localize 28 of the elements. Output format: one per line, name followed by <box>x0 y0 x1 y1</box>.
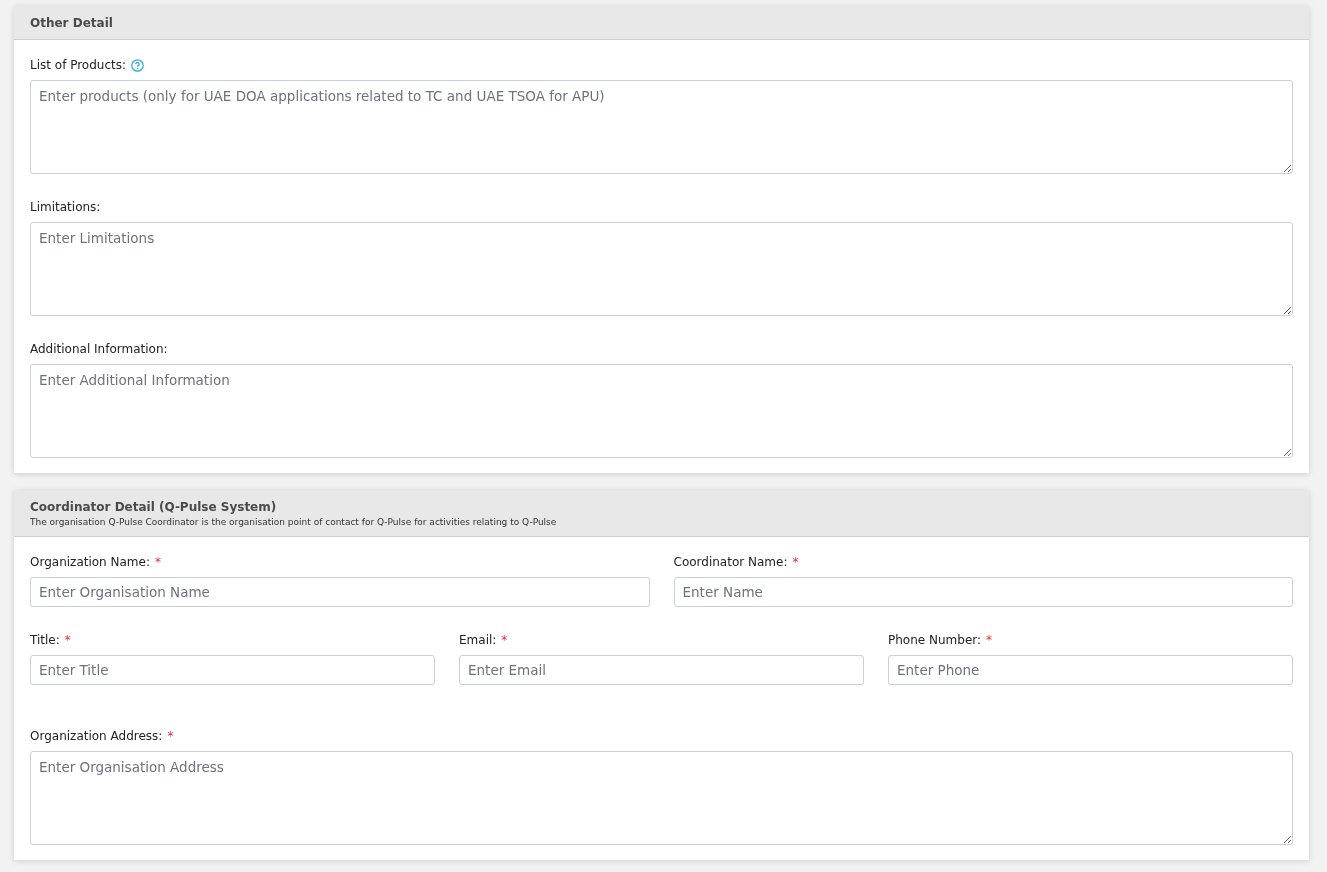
field-label: Organization Name: <box>30 555 150 569</box>
required-mark: * <box>792 555 799 569</box>
required-mark: * <box>167 729 174 743</box>
field-label: Phone Number: <box>888 633 982 647</box>
section-title: Other Detail <box>30 15 114 31</box>
input-field[interactable]: Enter Email <box>459 655 864 685</box>
input-field[interactable]: Enter Title <box>30 655 435 685</box>
field-label: Additional Information: <box>30 342 168 356</box>
field-label: Coordinator Name: <box>673 555 788 569</box>
text-area[interactable]: Enter products (only for UAE DOA applications related to TC and UAE TSOA for APU) <box>30 80 1293 174</box>
required-mark: * <box>64 633 71 647</box>
text-area[interactable]: Enter Limitations <box>30 222 1293 316</box>
required-mark: * <box>155 555 161 569</box>
field-label: List of Products: <box>30 58 127 72</box>
field-label: Limitations: <box>30 200 101 214</box>
field-label: Title: <box>30 633 60 647</box>
section-title: Coordinator Detail (Q-Pulse System) <box>30 499 278 515</box>
field-label: Organization Address: <box>30 729 163 743</box>
input-field[interactable]: Enter Phone <box>888 655 1293 685</box>
help-icon[interactable] <box>131 58 145 72</box>
required-mark: * <box>986 633 993 647</box>
input-field[interactable]: Enter Name <box>673 577 1293 607</box>
input-field[interactable]: Enter Organisation Name <box>30 577 650 607</box>
field-label: Email: <box>459 633 497 647</box>
required-mark: * <box>501 633 508 647</box>
section-description: The organisation Q-Pulse Coordinator is the organisation point of contact for Q-Pulse for activities relating to Q-Pulse <box>30 516 558 528</box>
text-area[interactable]: Enter Additional Information <box>30 364 1293 458</box>
text-area[interactable]: Enter Organisation Address <box>30 751 1293 845</box>
